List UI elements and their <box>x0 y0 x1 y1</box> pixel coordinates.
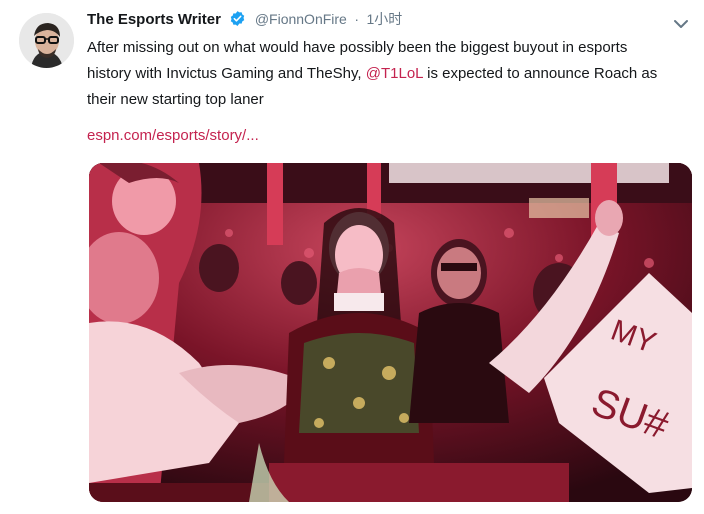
verified-badge-icon <box>229 10 246 32</box>
chevron-down-icon[interactable] <box>671 14 691 34</box>
article-link[interactable]: espn.com/esports/story/... <box>87 127 259 144</box>
tweet-timestamp[interactable]: 1小时 <box>366 11 402 27</box>
separator-dot: · <box>354 11 359 27</box>
tweet-card: The Esports Writer @FionnOnFire · 1小时 Af… <box>0 0 704 514</box>
mention-link[interactable]: @T1LoL <box>366 65 423 82</box>
crowd-photo: MY SU# <box>89 163 692 502</box>
tweet-photo[interactable]: MY SU# <box>89 163 692 502</box>
tweet-header: The Esports Writer @FionnOnFire · 1小时 <box>87 9 402 31</box>
author-name[interactable]: The Esports Writer <box>87 11 221 28</box>
avatar[interactable] <box>19 13 74 68</box>
author-handle[interactable]: @FionnOnFire <box>255 11 347 27</box>
tweet-text: After missing out on what would have pos… <box>87 35 667 113</box>
avatar-image <box>19 13 74 68</box>
